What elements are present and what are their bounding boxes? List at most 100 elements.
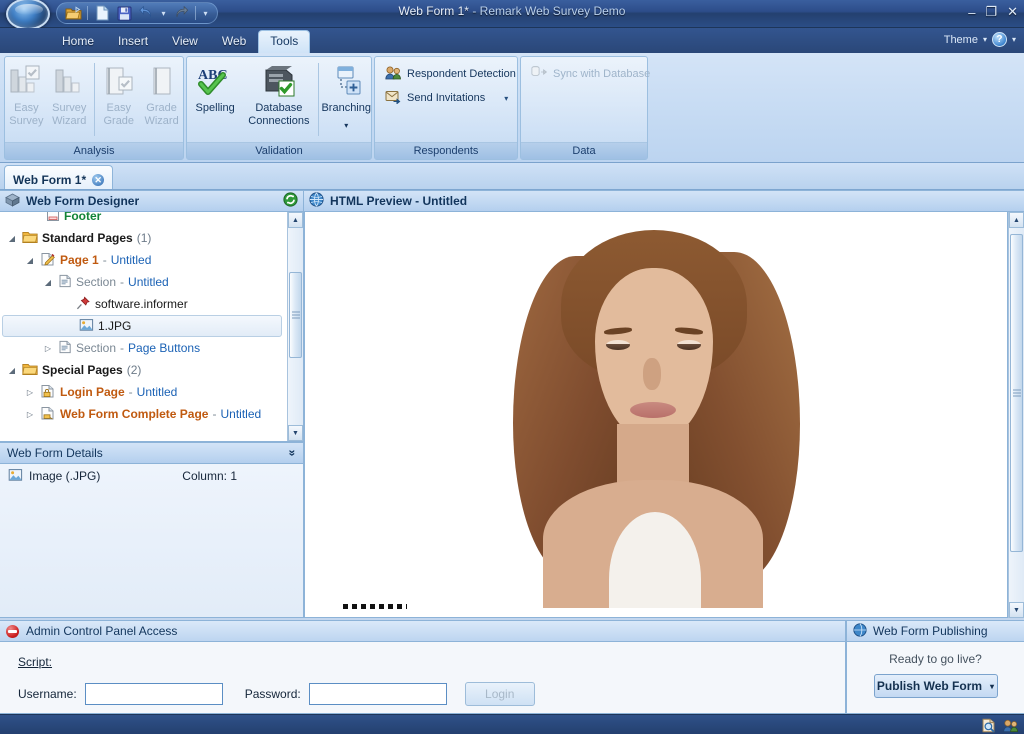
open-icon[interactable] bbox=[63, 4, 83, 22]
tree-item-section-untitled[interactable]: ◢ Section - Untitled bbox=[0, 271, 286, 293]
tree-item-1-jpg[interactable]: 1.JPG bbox=[2, 315, 282, 337]
tree-item-special-pages[interactable]: ◢ Special Pages (2) bbox=[0, 359, 286, 381]
survey-wizard-label-2: Wizard bbox=[52, 115, 87, 127]
tree-item-standard-pages[interactable]: ◢ Standard Pages (1) bbox=[0, 227, 286, 249]
easy-grade-label-1: Easy bbox=[106, 102, 131, 114]
publish-dropdown-caret-icon[interactable]: ▾ bbox=[990, 682, 994, 691]
send-invitations-button[interactable]: Send Invitations ▾ bbox=[379, 86, 511, 110]
tree-item-count: (2) bbox=[126, 363, 142, 377]
designer-tree[interactable]: Footer ◢ Standard Pages (1) ◢ Page 1 - U… bbox=[0, 212, 304, 442]
details-row-label: Image (.JPG) bbox=[29, 469, 101, 483]
details-row-value: Column: 1 bbox=[182, 469, 237, 483]
theme-caret-icon[interactable]: ▾ bbox=[983, 35, 987, 44]
pin-icon bbox=[76, 296, 91, 313]
selection-handles[interactable] bbox=[343, 604, 407, 609]
username-input[interactable] bbox=[84, 683, 223, 705]
scroll-down-arrow-icon[interactable]: ▼ bbox=[288, 425, 303, 441]
tree-item-section-page-buttons[interactable]: ▷ Section - Page Buttons bbox=[0, 337, 286, 359]
tree-scrollbar[interactable]: ▲ ▼ bbox=[287, 212, 303, 441]
tree-twisty[interactable]: ◢ bbox=[6, 234, 18, 243]
help-icon[interactable]: ? bbox=[991, 32, 1007, 47]
tree-twisty[interactable]: ▷ bbox=[24, 388, 36, 397]
save-icon[interactable] bbox=[114, 4, 134, 22]
ribbon-group-validation-title: Validation bbox=[187, 142, 371, 159]
web-form-designer-header: Web Form Designer bbox=[0, 190, 304, 212]
tab-view[interactable]: View bbox=[160, 30, 210, 53]
tree-item-suffix: Page Buttons bbox=[128, 341, 201, 355]
scroll-up-arrow-icon[interactable]: ▲ bbox=[1009, 212, 1024, 228]
tree-item-login-page[interactable]: ▷ Login Page - Untitled bbox=[0, 381, 286, 403]
web-form-designer-title: Web Form Designer bbox=[26, 194, 140, 208]
tab-insert[interactable]: Insert bbox=[106, 30, 160, 53]
respondent-detection-button[interactable]: Respondent Detection bbox=[379, 62, 522, 86]
folder-icon bbox=[22, 362, 38, 379]
maximize-button[interactable]: ❐ bbox=[985, 4, 997, 20]
tree-item-page-1[interactable]: ◢ Page 1 - Untitled bbox=[0, 249, 286, 271]
tree-twisty[interactable]: ◢ bbox=[24, 256, 36, 265]
respondent-detection-icon bbox=[385, 65, 402, 83]
designer-tree-list: Footer ◢ Standard Pages (1) ◢ Page 1 - U… bbox=[0, 212, 286, 425]
branching-button[interactable]: Branching ▾ bbox=[321, 57, 371, 132]
admin-control-panel-header: Admin Control Panel Access bbox=[0, 620, 846, 642]
application-menu-orb[interactable] bbox=[6, 0, 50, 30]
easy-survey-label-2: Survey bbox=[9, 115, 44, 127]
tree-item-software-informer[interactable]: software.informer bbox=[0, 293, 286, 315]
survey-wizard-icon bbox=[51, 63, 87, 99]
preview-scrollbar[interactable]: ▲ ▼ bbox=[1008, 212, 1024, 618]
spelling-button[interactable]: ABC Spelling bbox=[187, 57, 243, 115]
preview-image-1-jpg[interactable] bbox=[491, 212, 814, 608]
window-title-main: Web Form 1* bbox=[398, 4, 469, 18]
minimize-button[interactable]: – bbox=[968, 5, 975, 20]
preview-icon[interactable] bbox=[980, 717, 998, 733]
tree-twisty[interactable]: ▷ bbox=[42, 344, 54, 353]
respondents-icon[interactable] bbox=[1002, 717, 1020, 733]
branching-caret-icon[interactable]: ▾ bbox=[344, 119, 348, 132]
help-caret-icon[interactable]: ▾ bbox=[1012, 35, 1016, 44]
send-invitations-icon bbox=[385, 89, 402, 107]
tree-twisty[interactable]: ◢ bbox=[6, 366, 18, 375]
qat-separator-2 bbox=[195, 6, 196, 20]
tree-separator: - bbox=[212, 407, 217, 421]
scroll-down-arrow-icon[interactable]: ▼ bbox=[1009, 602, 1024, 618]
easy-survey-icon bbox=[8, 63, 44, 99]
tab-tools[interactable]: Tools bbox=[258, 30, 311, 53]
tree-item-count: (1) bbox=[136, 231, 152, 245]
send-invitations-caret-icon[interactable]: ▾ bbox=[490, 94, 508, 103]
window-controls: – ❐ ✕ bbox=[968, 4, 1018, 20]
tab-home[interactable]: Home bbox=[50, 30, 106, 53]
stop-icon bbox=[6, 624, 19, 638]
ribbon-group-divider bbox=[93, 63, 95, 136]
quick-access-toolbar: ▾ ▾ bbox=[56, 2, 218, 24]
scroll-up-arrow-icon[interactable]: ▲ bbox=[288, 212, 303, 228]
tree-twisty[interactable]: ◢ bbox=[42, 278, 54, 287]
tree-item-footer[interactable]: Footer bbox=[0, 212, 286, 227]
tree-scrollbar-thumb[interactable] bbox=[289, 272, 302, 358]
undo-dropdown-caret[interactable]: ▾ bbox=[158, 9, 169, 18]
grade-wizard-icon bbox=[144, 63, 180, 99]
collapse-chevron-icon[interactable]: » bbox=[286, 450, 300, 457]
close-button[interactable]: ✕ bbox=[1007, 4, 1018, 20]
new-document-icon[interactable] bbox=[92, 4, 112, 22]
details-row-image[interactable]: Image (.JPG) Column: 1 bbox=[0, 464, 303, 488]
tree-item-suffix: Untitled bbox=[136, 385, 178, 399]
theme-label[interactable]: Theme bbox=[944, 34, 978, 46]
tree-twisty[interactable]: ▷ bbox=[24, 410, 36, 419]
html-preview-body[interactable] bbox=[304, 212, 1008, 618]
publish-web-form-button[interactable]: Publish Web Form ▾ bbox=[873, 674, 998, 698]
refresh-icon[interactable] bbox=[283, 192, 298, 210]
tab-web[interactable]: Web bbox=[210, 30, 258, 53]
web-form-details-header[interactable]: Web Form Details » bbox=[0, 442, 304, 464]
document-tab-web-form-1[interactable]: Web Form 1* ✕ bbox=[4, 165, 114, 189]
document-tab-label: Web Form 1* bbox=[13, 172, 87, 187]
close-icon[interactable]: ✕ bbox=[92, 173, 105, 186]
tree-item-web-form-complete-page[interactable]: ▷ Web Form Complete Page - Untitled bbox=[0, 403, 286, 425]
preview-scrollbar-thumb[interactable] bbox=[1010, 234, 1023, 552]
script-label-text: Script: bbox=[18, 655, 53, 669]
survey-wizard-label-1: Survey bbox=[52, 102, 87, 114]
database-connections-button[interactable]: Database Connections bbox=[243, 57, 314, 128]
redo-icon[interactable] bbox=[171, 4, 191, 22]
undo-icon[interactable] bbox=[136, 4, 156, 22]
customize-qat-caret[interactable]: ▾ bbox=[200, 9, 211, 18]
tree-item-label: 1.JPG bbox=[98, 319, 132, 333]
password-input[interactable] bbox=[308, 683, 447, 705]
